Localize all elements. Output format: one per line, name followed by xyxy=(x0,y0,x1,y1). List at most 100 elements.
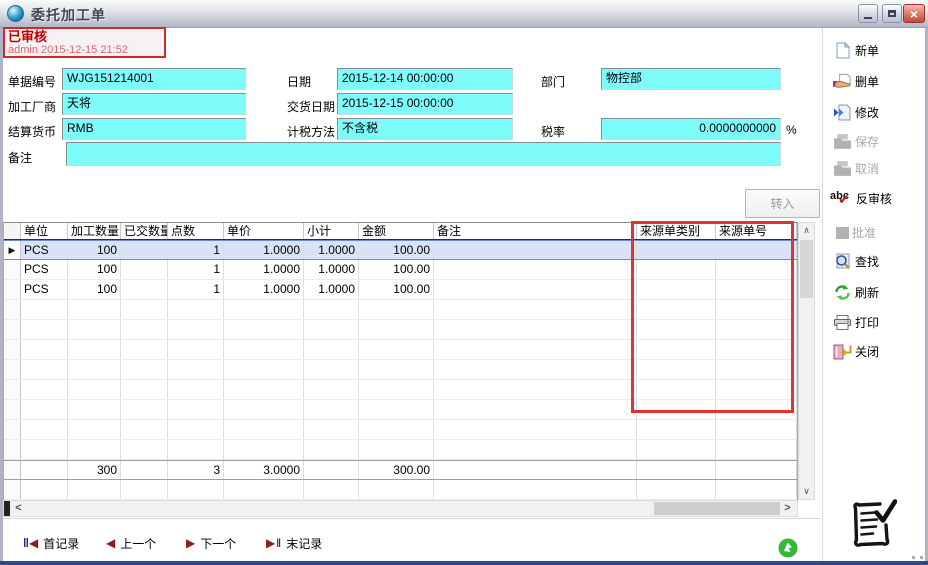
grid-cell[interactable] xyxy=(304,340,359,359)
grid-column-header[interactable]: 备注 xyxy=(434,223,637,239)
nav-last-record[interactable]: ▶‖ 末记录 xyxy=(266,533,322,553)
grid-cell[interactable] xyxy=(21,300,68,319)
grid-empty-row[interactable] xyxy=(4,400,797,420)
grid-cell[interactable] xyxy=(359,360,434,379)
grid-cell[interactable] xyxy=(224,360,304,379)
grid-cell[interactable] xyxy=(68,440,121,459)
grid-cell[interactable]: 300 xyxy=(68,461,121,479)
grid-cell[interactable] xyxy=(21,420,68,439)
grid-cell[interactable]: 1.0000 xyxy=(304,260,359,279)
grid-cell[interactable] xyxy=(21,440,68,459)
grid-cell[interactable] xyxy=(224,400,304,419)
grid-cell[interactable] xyxy=(434,380,637,399)
scrollbar-split-mark[interactable] xyxy=(4,501,10,516)
grid-cell[interactable] xyxy=(716,260,797,279)
doc-no-field[interactable]: WJG151214001 xyxy=(62,68,246,90)
grid-cell[interactable] xyxy=(21,340,68,359)
grid-empty-row[interactable] xyxy=(4,360,797,380)
grid-empty-row[interactable] xyxy=(4,320,797,340)
grid-cell[interactable] xyxy=(359,440,434,459)
grid-cell[interactable] xyxy=(304,360,359,379)
grid-cell[interactable] xyxy=(434,400,637,419)
grid-empty-row[interactable] xyxy=(4,380,797,400)
sidebar-modify-button[interactable]: 修改 xyxy=(833,102,879,122)
grid-cell[interactable] xyxy=(304,380,359,399)
grid-cell[interactable] xyxy=(121,241,168,259)
grid-column-header[interactable]: 点数 xyxy=(168,223,224,239)
grid-empty-row[interactable] xyxy=(4,340,797,360)
scroll-right-icon[interactable]: > xyxy=(780,501,795,516)
grid-cell[interactable] xyxy=(68,360,121,379)
grid-cell[interactable]: 100.00 xyxy=(359,241,434,259)
grid-cell[interactable] xyxy=(716,461,797,479)
grid-cell[interactable] xyxy=(224,440,304,459)
grid-cell[interactable] xyxy=(304,440,359,459)
grid-cell[interactable]: 1.0000 xyxy=(224,241,304,259)
grid-cell[interactable]: 100.00 xyxy=(359,260,434,279)
grid-cell[interactable] xyxy=(637,461,716,479)
grid-cell[interactable] xyxy=(434,440,637,459)
vertical-scroll-thumb[interactable] xyxy=(800,240,813,298)
grid-row[interactable]: PCS10011.00001.0000100.00 xyxy=(4,260,797,280)
grid-cell[interactable]: 300.00 xyxy=(359,461,434,479)
grid-cell[interactable] xyxy=(716,360,797,379)
grid-cell[interactable] xyxy=(224,420,304,439)
grid-cell[interactable]: PCS xyxy=(21,241,68,259)
grid-cell[interactable] xyxy=(68,320,121,339)
grid-column-header[interactable]: 金额 xyxy=(359,223,434,239)
grid-cell[interactable] xyxy=(168,440,224,459)
grid-cell[interactable] xyxy=(637,380,716,399)
currency-field[interactable]: RMB xyxy=(62,118,246,140)
grid-cell[interactable]: 100 xyxy=(68,280,121,299)
scroll-up-icon[interactable]: ∧ xyxy=(799,223,814,238)
grid-cell[interactable] xyxy=(68,400,121,419)
scroll-left-icon[interactable]: < xyxy=(11,501,26,516)
grid-cell[interactable] xyxy=(359,300,434,319)
grid-cell[interactable]: 3 xyxy=(168,461,224,479)
sidebar-unapprove-button[interactable]: abc ✔ 反审核 xyxy=(830,188,892,208)
grid-cell[interactable] xyxy=(637,241,716,259)
grid-cell[interactable]: 1.0000 xyxy=(224,260,304,279)
minimize-button[interactable] xyxy=(858,4,878,23)
grid-cell[interactable]: PCS xyxy=(21,280,68,299)
sidebar-delete-button[interactable]: 删单 xyxy=(833,71,879,91)
grid-cell[interactable] xyxy=(434,260,637,279)
grid-cell[interactable] xyxy=(68,300,121,319)
nav-first-record[interactable]: ‖◀ 首记录 xyxy=(23,533,79,553)
grid-cell[interactable] xyxy=(121,320,168,339)
remark-field[interactable] xyxy=(66,142,781,166)
grid-cell[interactable]: 3.0000 xyxy=(224,461,304,479)
grid-cell[interactable] xyxy=(121,440,168,459)
grid-cell[interactable] xyxy=(21,461,68,479)
grid-empty-row[interactable] xyxy=(4,420,797,440)
grid-cell[interactable] xyxy=(359,380,434,399)
tax-method-field[interactable]: 不含税 xyxy=(337,118,513,140)
grid-cell[interactable] xyxy=(121,340,168,359)
grid-vertical-scrollbar[interactable]: ∧ ∨ xyxy=(798,222,815,500)
grid-empty-row[interactable] xyxy=(4,440,797,460)
grid-cell[interactable] xyxy=(716,400,797,419)
grid-cell[interactable] xyxy=(21,480,68,499)
grid-cell[interactable] xyxy=(68,380,121,399)
grid-cell[interactable] xyxy=(304,320,359,339)
close-window-button[interactable]: × xyxy=(903,4,925,23)
grid-row[interactable]: PCS10011.00001.0000100.00 xyxy=(4,280,797,300)
grid-cell[interactable] xyxy=(637,320,716,339)
grid-cell[interactable] xyxy=(434,320,637,339)
grid-column-header[interactable]: 单价 xyxy=(224,223,304,239)
grid-cell[interactable] xyxy=(434,360,637,379)
grid-horizontal-scrollbar[interactable]: < > xyxy=(3,500,798,517)
grid-cell[interactable] xyxy=(68,340,121,359)
grid-cell[interactable] xyxy=(304,420,359,439)
grid-cell[interactable] xyxy=(434,420,637,439)
grid-cell[interactable] xyxy=(121,280,168,299)
grid-cell[interactable]: 1.0000 xyxy=(304,241,359,259)
vendor-field[interactable]: 天将 xyxy=(62,93,246,115)
grid-cell[interactable] xyxy=(637,280,716,299)
grid-cell[interactable] xyxy=(716,300,797,319)
maximize-button[interactable] xyxy=(882,4,902,23)
grid-column-header[interactable]: 加工数量 xyxy=(68,223,121,239)
grid-cell[interactable] xyxy=(716,280,797,299)
detail-grid[interactable]: 单位加工数量已交数量点数单价小计金额备注来源单类别来源单号 ▶PCS10011.… xyxy=(3,222,798,500)
grid-cell[interactable] xyxy=(121,300,168,319)
